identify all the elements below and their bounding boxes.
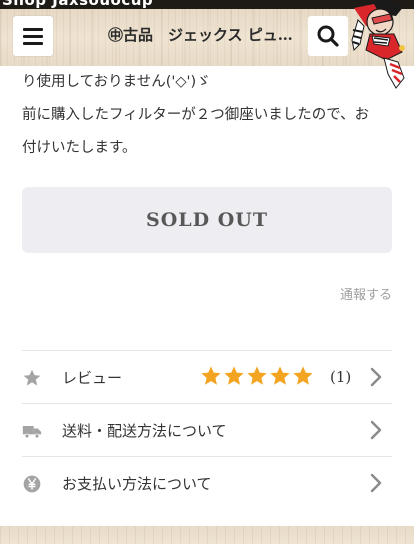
star-icon [23,369,41,386]
star-filled-icon [247,366,267,385]
sold-out-button[interactable]: SOLD OUT [22,187,392,253]
footer-strip [0,526,414,544]
shipping-row[interactable]: 送料・配送方法について [22,403,392,456]
top-strip-text: Shop Jaxsouocup [2,0,154,9]
rating-stars [200,365,314,387]
menu-button[interactable] [13,16,53,56]
description-line: 前に購入したフィルターが２つ御座いましたので、お [22,107,370,123]
description-line: り使用しておりません('◇')ゞ [22,74,211,90]
report-link[interactable]: 通報する [340,284,392,303]
info-list: レビュー (1) 送料・配送方法について お支払い方法について [22,350,392,509]
chevron-right-icon [370,367,382,387]
search-button[interactable] [308,16,348,56]
review-label: レビュー [62,368,123,387]
review-row[interactable]: レビュー (1) [22,350,392,403]
item-description: り使用しておりません('◇')ゞ 前に購入したフィルターが２つ御座いましたので、… [22,66,394,165]
payment-label: お支払い方法について [62,474,212,493]
chevron-right-icon [370,473,382,493]
yen-icon [23,475,41,493]
search-icon [317,25,339,47]
star-filled-icon [224,366,244,385]
truck-icon [22,426,42,439]
star-filled-icon [293,366,313,385]
review-count: (1) [330,368,352,386]
payment-row[interactable]: お支払い方法について [22,456,392,509]
star-filled-icon [270,366,290,385]
page-title[interactable]: ㊥古品 ジェックス ピュ… [108,24,308,45]
hamburger-menu-icon [23,27,43,31]
star-filled-icon [201,366,221,385]
shipping-label: 送料・配送方法について [62,421,227,440]
chevron-right-icon [370,420,382,440]
description-line: 付けいたします。 [22,140,137,156]
